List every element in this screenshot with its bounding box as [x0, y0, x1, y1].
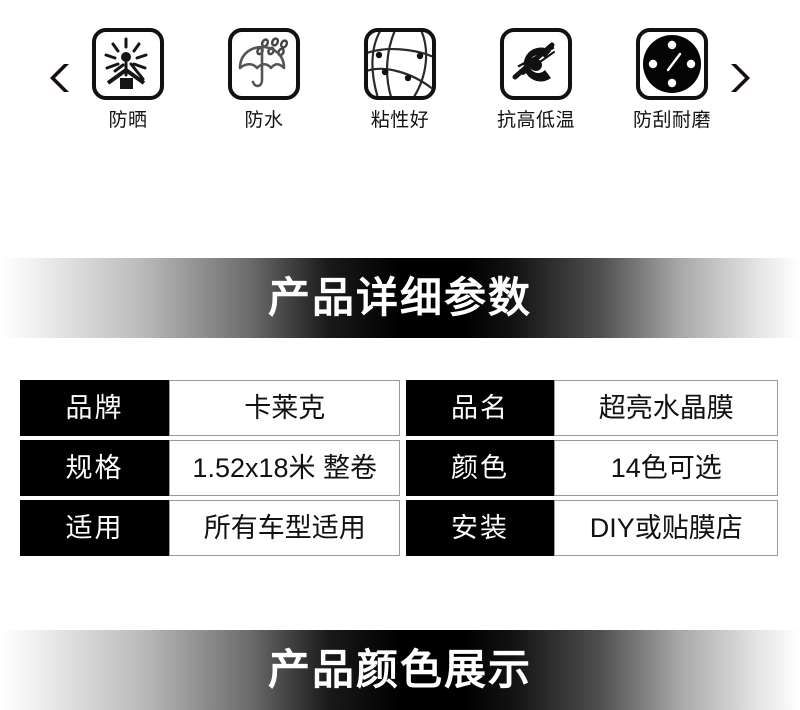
spec-label: 规格: [20, 440, 169, 496]
chevron-right-icon: [731, 64, 750, 92]
spec-label: 品名: [405, 380, 555, 436]
chevron-left-icon: [50, 64, 69, 92]
spec-value: 所有车型适用: [168, 500, 401, 556]
spec-value: 14色可选: [554, 440, 778, 496]
feature-item-temperature[interactable]: 抗高低温: [490, 28, 582, 130]
spec-value: 1.52x18米 整卷: [168, 440, 401, 496]
feature-item-scratch[interactable]: 防刮耐磨: [626, 28, 718, 130]
table-row: 适用 所有车型适用 安装 DIY或贴膜店: [20, 500, 778, 556]
section-banner-parameters: 产品详细参数: [0, 258, 800, 338]
umbrella-rain-icon-box: [228, 28, 300, 100]
thermal-swirl-icon: [512, 42, 555, 82]
feature-label: 防刮耐磨: [632, 110, 711, 131]
spec-label: 安装: [405, 500, 555, 556]
spec-table: 品牌 卡莱克 品名 超亮水晶膜 规格 1.52x18米 整卷 颜色 14色可选 …: [20, 376, 778, 560]
dial-disc-icon: [643, 35, 701, 93]
feature-items-list: 防晒 防水 粘性好 抗高低温 防刮耐磨: [82, 28, 718, 130]
thermal-swirl-icon-box: [500, 28, 572, 100]
section-banner-colors: 产品颜色展示: [0, 630, 800, 710]
spec-value: DIY或贴膜店: [554, 500, 778, 556]
spec-label: 品牌: [20, 380, 169, 436]
next-arrow-button[interactable]: [718, 28, 762, 128]
dial-disc-icon-box: [636, 28, 708, 100]
prev-arrow-button[interactable]: [38, 28, 82, 128]
sun-house-icon: [104, 37, 148, 89]
spec-value: 卡莱克: [168, 380, 401, 436]
spec-value: 超亮水晶膜: [554, 380, 778, 436]
sun-house-icon-box: [92, 28, 164, 100]
feature-label: 防晒: [108, 110, 148, 131]
spec-label: 颜色: [405, 440, 555, 496]
umbrella-rain-icon: [238, 37, 289, 88]
feature-item-waterproof[interactable]: 防水: [218, 28, 310, 130]
table-row: 品牌 卡莱克 品名 超亮水晶膜: [20, 380, 778, 436]
mesh-web-icon: [368, 32, 432, 96]
feature-label: 粘性好: [370, 110, 430, 131]
feature-label: 抗高低温: [496, 110, 575, 131]
banner-title: 产品颜色展示: [267, 646, 532, 693]
mesh-web-icon-box: [364, 28, 436, 100]
feature-item-adhesion[interactable]: 粘性好: [354, 28, 446, 130]
feature-item-sun[interactable]: 防晒: [82, 28, 174, 130]
table-row: 规格 1.52x18米 整卷 颜色 14色可选: [20, 440, 778, 496]
feature-icon-strip: 防晒 防水 粘性好 抗高低温 防刮耐磨: [0, 28, 800, 178]
feature-label: 防水: [244, 110, 284, 131]
banner-title: 产品详细参数: [267, 274, 532, 321]
spec-label: 适用: [20, 500, 169, 556]
